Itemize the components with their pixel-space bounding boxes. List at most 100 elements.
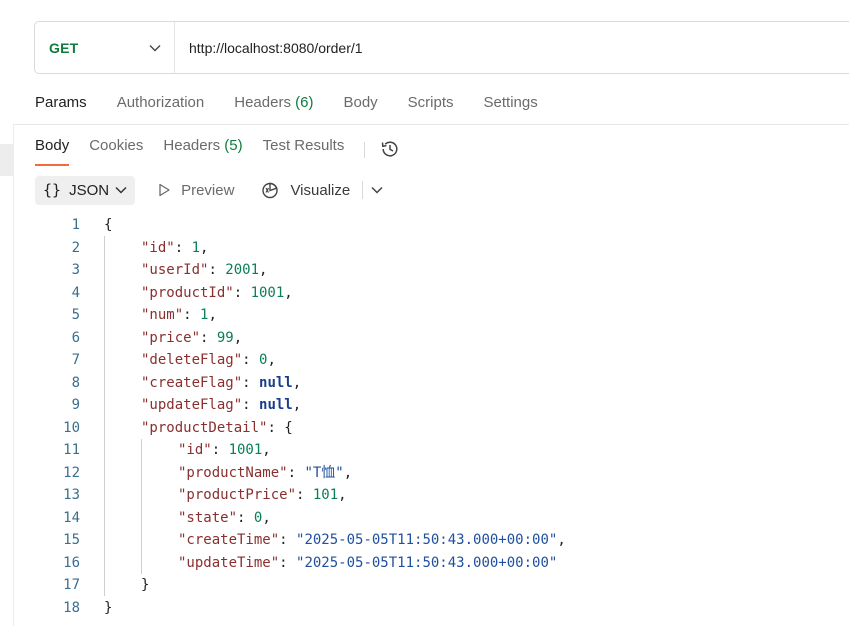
- code-text: "userId": 2001,: [141, 259, 267, 282]
- json-punctuation: :: [200, 329, 217, 346]
- code-line: 5 "num": 1,: [0, 304, 849, 327]
- tab-body[interactable]: Body: [343, 92, 377, 122]
- code-text: {: [104, 214, 112, 237]
- response-view-bar: {} JSON Preview Visualize: [35, 175, 383, 205]
- method-selector[interactable]: GET: [35, 22, 175, 73]
- code-line: 10 "productDetail": {: [0, 417, 849, 440]
- tab-authorization[interactable]: Authorization: [117, 92, 205, 122]
- json-punctuation: :: [237, 509, 254, 526]
- code-text: "deleteFlag": 0,: [141, 349, 276, 372]
- response-tabs: Body Cookies Headers (5) Test Results: [35, 135, 401, 166]
- request-tabs: Params Authorization Headers (6) Body Sc…: [35, 92, 568, 122]
- json-punctuation: ,: [284, 284, 293, 301]
- json-punctuation: :: [279, 554, 297, 571]
- json-literal: null: [259, 374, 293, 391]
- json-punctuation: :: [183, 307, 201, 323]
- json-punctuation: }: [104, 599, 113, 616]
- sidebar-collapse-handle[interactable]: [0, 144, 14, 176]
- response-headers-count: (5): [224, 137, 243, 154]
- code-text: "createFlag": null,: [141, 372, 301, 395]
- line-number: 3: [71, 262, 80, 278]
- line-number: 9: [71, 397, 80, 413]
- json-number: 99: [216, 329, 234, 346]
- tab-params[interactable]: Params: [35, 92, 87, 122]
- tab-scripts[interactable]: Scripts: [408, 92, 454, 122]
- tab-response-body[interactable]: Body: [35, 135, 70, 166]
- play-icon: [159, 183, 170, 197]
- json-punctuation: ,: [292, 397, 302, 413]
- json-punctuation: ,: [292, 374, 302, 391]
- json-punctuation: :: [208, 262, 226, 278]
- code-text: "productPrice": 101,: [178, 484, 347, 507]
- line-number: 18: [63, 599, 80, 616]
- code-line: 17}: [0, 574, 849, 597]
- json-string: "T恤": [304, 464, 344, 481]
- line-number: 1: [71, 217, 80, 233]
- visualize-dropdown[interactable]: [371, 186, 383, 194]
- json-key: "updateFlag": [141, 397, 243, 413]
- json-key: "productPrice": [178, 487, 297, 503]
- response-body-editor[interactable]: 1{2 "id": 1, 3 "userId": 2001, 4 "productId":…: [0, 214, 849, 619]
- line-number: 13: [63, 487, 80, 503]
- url-input[interactable]: [175, 39, 815, 56]
- json-punctuation: ,: [259, 262, 268, 278]
- tab-cookies[interactable]: Cookies: [89, 135, 143, 165]
- json-key: "productDetail": [141, 419, 268, 436]
- code-line: 12 "productName": "T恤",: [0, 462, 849, 485]
- json-punctuation: ,: [208, 307, 217, 323]
- line-number: 5: [71, 307, 80, 323]
- code-text: "updateFlag": null,: [141, 394, 301, 417]
- code-text: "productDetail": {: [141, 417, 293, 440]
- code-text: "updateTime": "2025-05-05T11:50:43.000+0…: [178, 552, 557, 575]
- json-number: 1001: [228, 442, 263, 458]
- json-number: 2001: [225, 262, 260, 278]
- json-punctuation: ,: [262, 509, 271, 526]
- preview-button[interactable]: Preview: [157, 182, 234, 199]
- visualize-icon: [262, 182, 279, 199]
- json-punctuation: ,: [267, 352, 276, 368]
- format-label: JSON: [69, 181, 110, 199]
- json-string: "2025-05-05T11:50:43.000+00:00": [296, 532, 558, 548]
- code-line: 2 "id": 1,: [0, 237, 849, 260]
- json-punctuation: }: [141, 577, 150, 593]
- tab-headers[interactable]: Headers (6): [234, 92, 313, 122]
- json-number: 1: [191, 239, 201, 256]
- tab-response-headers[interactable]: Headers (5): [163, 135, 242, 165]
- tab-settings[interactable]: Settings: [484, 92, 538, 122]
- json-punctuation: :: [242, 397, 260, 413]
- braces-icon: {}: [43, 181, 62, 199]
- json-punctuation: :: [279, 532, 297, 548]
- code-line: 13 "productPrice": 101,: [0, 484, 849, 507]
- json-key: "price": [141, 329, 201, 346]
- code-line: 9 "updateFlag": null,: [0, 394, 849, 417]
- json-key: "updateTime": [178, 554, 280, 571]
- pane-divider[interactable]: [14, 124, 849, 125]
- json-punctuation: {: [104, 217, 113, 233]
- chevron-down-icon: [148, 41, 162, 55]
- line-number: 4: [71, 284, 80, 301]
- json-key: "createTime": [178, 532, 280, 548]
- code-line: 7 "deleteFlag": 0,: [0, 349, 849, 372]
- code-text: "id": 1,: [141, 237, 208, 260]
- history-icon[interactable]: [379, 138, 401, 160]
- json-punctuation: : {: [267, 419, 293, 436]
- json-key: "state": [178, 509, 238, 526]
- code-line: 11 "id": 1001,: [0, 439, 849, 462]
- request-url-bar: GET: [34, 21, 849, 74]
- json-punctuation: ,: [233, 329, 243, 346]
- chevron-down-icon: [115, 186, 127, 194]
- visualize-label: Visualize: [290, 181, 351, 199]
- json-key: "productName": [178, 464, 288, 481]
- line-number: 10: [63, 419, 80, 436]
- line-number: 2: [71, 239, 80, 256]
- json-number: 1001: [250, 284, 285, 301]
- line-number: 6: [71, 329, 80, 346]
- visualize-button[interactable]: Visualize: [260, 180, 350, 200]
- code-line: 14 "state": 0,: [0, 507, 849, 530]
- json-punctuation: ,: [338, 487, 347, 503]
- code-text: }: [141, 574, 149, 597]
- line-number: 17: [63, 577, 80, 593]
- format-selector[interactable]: {} JSON: [35, 175, 136, 205]
- code-line: 18}: [0, 597, 849, 620]
- tab-test-results[interactable]: Test Results: [263, 135, 345, 165]
